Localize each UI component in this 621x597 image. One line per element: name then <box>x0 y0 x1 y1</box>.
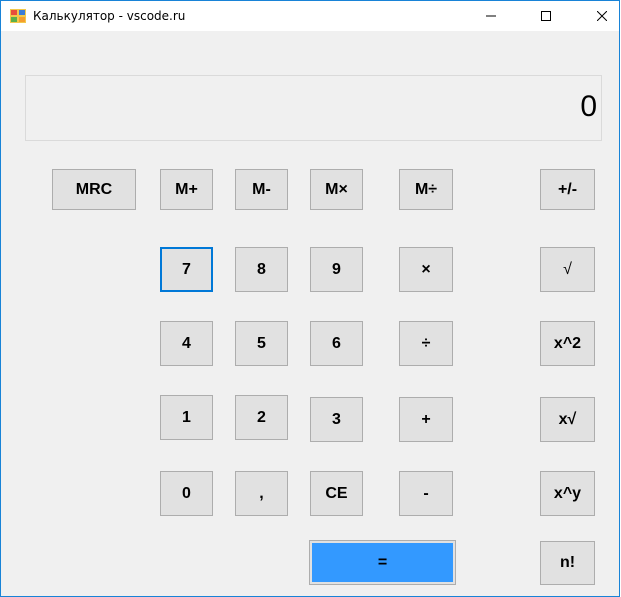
equals-button[interactable]: = <box>309 540 456 585</box>
app-icon <box>10 9 26 23</box>
result-display: 0 <box>25 75 602 141</box>
square-button[interactable]: x^2 <box>540 321 595 366</box>
digit-9-button[interactable]: 9 <box>310 247 363 292</box>
digit-6-button[interactable]: 6 <box>310 321 363 366</box>
display-value: 0 <box>580 90 597 123</box>
mrc-button[interactable]: MRC <box>52 169 136 210</box>
m-plus-button[interactable]: M+ <box>160 169 213 210</box>
clear-entry-button[interactable]: CE <box>310 471 363 516</box>
close-button[interactable] <box>579 1 621 31</box>
digit-4-button[interactable]: 4 <box>160 321 213 366</box>
m-minus-button[interactable]: M- <box>235 169 288 210</box>
factorial-button[interactable]: n! <box>540 541 595 585</box>
maximize-icon <box>541 11 551 21</box>
minus-button[interactable]: - <box>399 471 453 516</box>
minimize-button[interactable] <box>468 1 514 31</box>
plus-minus-button[interactable]: +/- <box>540 169 595 210</box>
plus-button[interactable]: + <box>399 397 453 442</box>
calculator-window: Калькулятор - vscode.ru 0 MRC M+ M- M× M… <box>0 0 620 597</box>
power-button[interactable]: x^y <box>540 471 595 516</box>
comma-button[interactable]: , <box>235 471 288 516</box>
digit-1-button[interactable]: 1 <box>160 395 213 440</box>
multiply-button[interactable]: × <box>399 247 453 292</box>
digit-0-button[interactable]: 0 <box>160 471 213 516</box>
window-title: Калькулятор - vscode.ru <box>33 9 186 23</box>
title-bar[interactable]: Калькулятор - vscode.ru <box>1 1 619 31</box>
m-divide-button[interactable]: M÷ <box>399 169 453 210</box>
maximize-button[interactable] <box>523 1 569 31</box>
x-root-button[interactable]: x√ <box>540 397 595 442</box>
digit-7-button[interactable]: 7 <box>160 247 213 292</box>
digit-5-button[interactable]: 5 <box>235 321 288 366</box>
close-icon <box>597 11 607 21</box>
minimize-icon <box>486 15 496 17</box>
digit-2-button[interactable]: 2 <box>235 395 288 440</box>
divide-button[interactable]: ÷ <box>399 321 453 366</box>
digit-8-button[interactable]: 8 <box>235 247 288 292</box>
digit-3-button[interactable]: 3 <box>310 397 363 442</box>
m-multiply-button[interactable]: M× <box>310 169 363 210</box>
sqrt-button[interactable]: √ <box>540 247 595 292</box>
